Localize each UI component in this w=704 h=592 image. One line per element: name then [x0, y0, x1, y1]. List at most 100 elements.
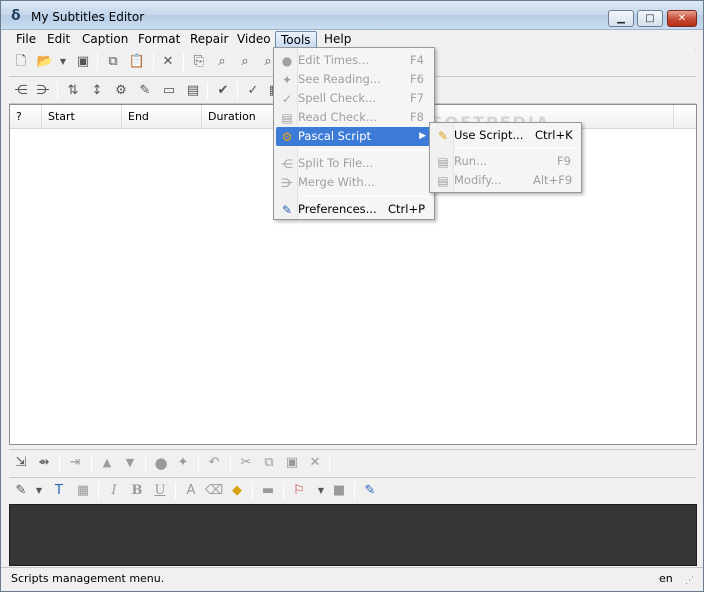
- chevron-down-icon[interactable]: ▼: [55, 54, 71, 70]
- comment-icon[interactable]: ▬: [260, 483, 276, 499]
- maximize-button[interactable]: □: [637, 10, 663, 27]
- chevron-down-icon[interactable]: ▼: [313, 483, 329, 499]
- menu-item-label: Pascal Script: [298, 129, 372, 143]
- menu-item-read-check[interactable]: ▤ Read Check... F8: [276, 108, 432, 127]
- find-icon[interactable]: ⌕: [214, 54, 230, 70]
- toolbar-separator: [57, 82, 58, 100]
- menu-item-split-to-file[interactable]: ⋲ Split To File...: [276, 154, 432, 173]
- text-box-icon[interactable]: T: [51, 483, 67, 499]
- export-icon[interactable]: ⎘: [191, 54, 207, 70]
- insert-before-icon[interactable]: ⇲: [13, 455, 29, 471]
- menu-item-shortcut: F4: [410, 53, 424, 67]
- move-up-icon[interactable]: ▲: [99, 455, 115, 471]
- menu-item-shortcut: F9: [557, 154, 571, 168]
- new-file-icon[interactable]: 🗋: [13, 54, 29, 70]
- toolbar-separator: [198, 454, 199, 472]
- preferences-icon[interactable]: ✎: [362, 483, 378, 499]
- close-button[interactable]: ✕: [667, 10, 697, 27]
- menu-caption[interactable]: Caption: [77, 31, 133, 48]
- chevron-down-icon[interactable]: ▼: [31, 483, 47, 499]
- preferences-icon: ✎: [281, 203, 293, 217]
- resize-grip-icon[interactable]: ⋰: [685, 574, 699, 588]
- column-header-duration[interactable]: Duration: [202, 105, 282, 129]
- menu-item-use-script[interactable]: ✎ Use Script... Ctrl+K: [432, 126, 579, 145]
- script-edit-icon: ✎: [437, 129, 449, 143]
- delete-icon[interactable]: ✕: [160, 54, 176, 70]
- move-down-icon[interactable]: ▼: [122, 455, 138, 471]
- menu-item-run[interactable]: ▤ Run... F9: [432, 152, 579, 171]
- sort-icon[interactable]: ⇅: [65, 83, 81, 99]
- translate-icon[interactable]: ⚐: [291, 483, 307, 499]
- find-next-icon[interactable]: ⌕: [237, 54, 253, 70]
- menu-video[interactable]: Video: [232, 31, 276, 48]
- menu-edit[interactable]: Edit: [42, 31, 75, 48]
- menu-item-preferences[interactable]: ✎ Preferences... Ctrl+P: [276, 200, 432, 219]
- menu-repair[interactable]: Repair: [185, 31, 233, 48]
- status-bar: Scripts management menu. en ⋰: [1, 567, 703, 591]
- stop-icon[interactable]: ■: [331, 483, 347, 499]
- menu-item-edit-times[interactable]: ● Edit Times... F4: [276, 51, 432, 70]
- image-icon[interactable]: ▦: [75, 483, 91, 499]
- toolbar-separator: [97, 53, 98, 71]
- submenu-arrow-icon: ▶: [419, 131, 426, 141]
- record-icon[interactable]: ●: [153, 455, 169, 471]
- menu-tools[interactable]: Tools: [275, 31, 317, 48]
- undo-icon[interactable]: ↶: [206, 455, 222, 471]
- column-header-start[interactable]: Start: [42, 105, 122, 129]
- remove-line-icon[interactable]: ⇥: [67, 455, 83, 471]
- menu-item-label: Read Check...: [298, 110, 377, 124]
- menu-item-pascal-script[interactable]: ⚙ Pascal Script ▶: [276, 127, 432, 146]
- warning-icon[interactable]: ◆: [229, 483, 245, 499]
- column-header-end[interactable]: End: [122, 105, 202, 129]
- menu-help[interactable]: Help: [319, 31, 356, 48]
- edit-icon[interactable]: ✎: [137, 83, 153, 99]
- save-icon[interactable]: ▣: [75, 54, 91, 70]
- reading-icon: ✦: [281, 73, 293, 87]
- menu-item-label: See Reading...: [298, 72, 381, 86]
- screen-icon[interactable]: ▭: [161, 83, 177, 99]
- effects-icon[interactable]: ✦: [175, 455, 191, 471]
- toolbar-separator: [230, 454, 231, 472]
- toolbar-separator: [145, 454, 146, 472]
- menu-item-label: Split To File...: [298, 156, 374, 170]
- italic-icon[interactable]: I: [106, 483, 122, 499]
- minimize-button[interactable]: ▁: [608, 10, 634, 27]
- menu-item-merge-with[interactable]: ⋺ Merge With...: [276, 173, 432, 192]
- copy-icon[interactable]: ⧉: [105, 54, 121, 70]
- open-folder-icon[interactable]: 📂: [37, 54, 53, 70]
- bold-icon[interactable]: B: [129, 483, 145, 499]
- menu-separator: [300, 150, 432, 151]
- menu-item-see-reading[interactable]: ✦ See Reading... F6: [276, 70, 432, 89]
- check-icon[interactable]: ✔: [215, 83, 231, 99]
- underline-icon[interactable]: U: [152, 483, 168, 499]
- menu-item-shortcut: Alt+F9: [533, 173, 573, 187]
- menu-item-label: Run...: [454, 154, 488, 168]
- eraser-icon[interactable]: ⌫: [205, 483, 223, 499]
- toolbar-separator: [59, 454, 60, 472]
- edit-text-icon[interactable]: ✎: [13, 483, 29, 499]
- menu-format[interactable]: Format: [133, 31, 185, 48]
- menu-item-shortcut: Ctrl+K: [535, 128, 573, 142]
- paste-icon[interactable]: 📋: [129, 54, 145, 70]
- copy-icon[interactable]: ⧉: [261, 455, 277, 471]
- menu-file[interactable]: File: [11, 31, 41, 48]
- clock-icon: ●: [281, 54, 293, 68]
- book-icon[interactable]: ▤: [185, 83, 201, 99]
- menu-item-label: Modify...: [454, 173, 502, 187]
- subtitle-text-editor[interactable]: [9, 504, 697, 566]
- modify-icon: ▤: [437, 174, 449, 188]
- cut-icon[interactable]: ✂: [238, 455, 254, 471]
- insert-after-icon[interactable]: ⇴: [36, 455, 52, 471]
- reorder-icon[interactable]: ↕: [89, 83, 105, 99]
- split-lines-icon[interactable]: ⋲: [13, 83, 29, 99]
- paste-icon[interactable]: ▣: [284, 455, 300, 471]
- merge-lines-icon[interactable]: ⋺: [35, 83, 51, 99]
- menu-item-spell-check[interactable]: ✓ Spell Check... F7: [276, 89, 432, 108]
- menu-item-modify[interactable]: ▤ Modify... Alt+F9: [432, 171, 579, 190]
- tools-icon[interactable]: ⚙: [113, 83, 129, 99]
- delete-icon[interactable]: ✕: [307, 455, 323, 471]
- column-header-flag[interactable]: ?: [10, 105, 42, 129]
- font-color-icon[interactable]: A: [183, 483, 199, 499]
- title-bar[interactable]: ẟ My Subtitles Editor ▁ □ ✕: [1, 1, 703, 30]
- spellcheck-icon[interactable]: ✓: [245, 83, 261, 99]
